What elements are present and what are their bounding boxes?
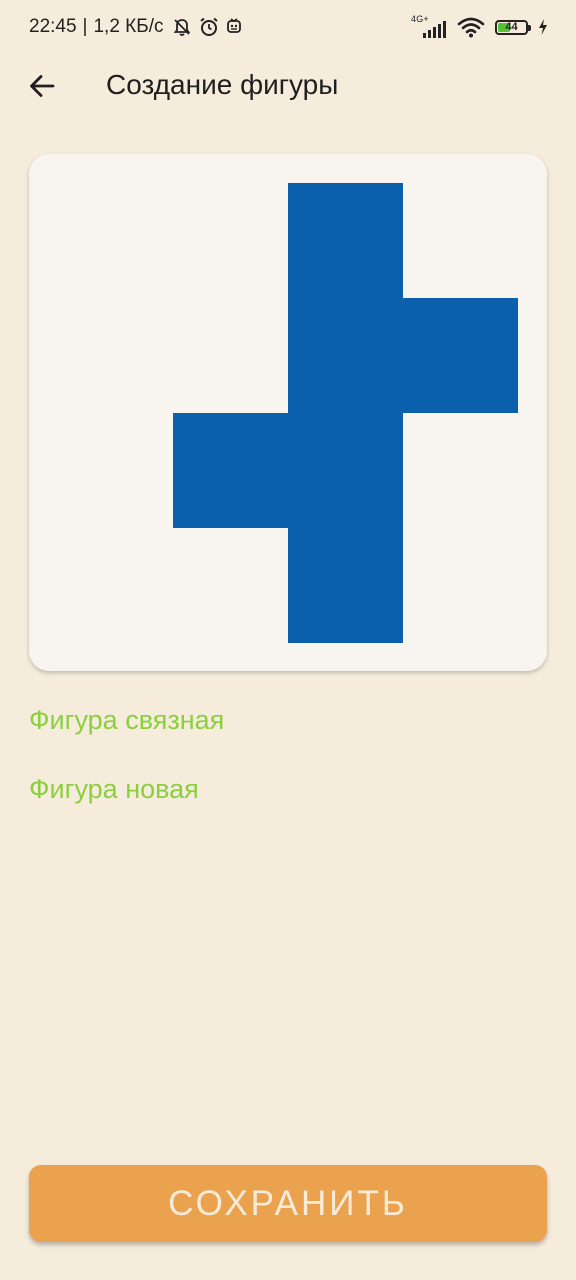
signal-icon: 4G+ bbox=[411, 14, 447, 38]
status-bar: 22:45 | 1,2 КБ/с 4G+ 44 bbox=[0, 0, 576, 56]
save-button[interactable]: СОХРАНИТЬ bbox=[29, 1165, 547, 1242]
arrow-left-icon bbox=[30, 75, 55, 97]
wifi-icon bbox=[457, 17, 485, 38]
shape-cell[interactable] bbox=[288, 298, 403, 413]
status-left: 22:45 | 1,2 КБ/с bbox=[29, 16, 242, 38]
battery-cap bbox=[528, 24, 531, 31]
shape-canvas[interactable] bbox=[29, 154, 547, 671]
page-title: Создание фигуры bbox=[106, 69, 339, 100]
novelty-status: Фигура новая bbox=[29, 774, 199, 804]
connectivity-status: Фигура связная bbox=[29, 705, 225, 735]
status-left-icons bbox=[172, 16, 242, 38]
app-bar: Создание фигуры bbox=[0, 56, 576, 116]
shape-cell[interactable] bbox=[288, 528, 403, 643]
shape-cell[interactable] bbox=[288, 413, 403, 528]
status-speed: 1,2 КБ/с bbox=[93, 16, 164, 37]
notification-icon bbox=[226, 18, 241, 33]
battery-level: 44 bbox=[505, 20, 518, 33]
shape-cell[interactable] bbox=[173, 413, 288, 528]
alarm-icon bbox=[199, 17, 218, 36]
bell-off-icon bbox=[173, 19, 190, 36]
back-button[interactable] bbox=[22, 66, 62, 106]
status-right: 4G+ 44 bbox=[411, 14, 548, 38]
signal-bars bbox=[423, 21, 446, 38]
charging-icon bbox=[539, 19, 547, 35]
status-separator: | bbox=[82, 16, 88, 37]
status-time: 22:45 bbox=[29, 16, 77, 37]
shape-cell[interactable] bbox=[403, 298, 518, 413]
shape-cell[interactable] bbox=[288, 183, 403, 298]
battery-icon: 44 bbox=[495, 19, 531, 35]
